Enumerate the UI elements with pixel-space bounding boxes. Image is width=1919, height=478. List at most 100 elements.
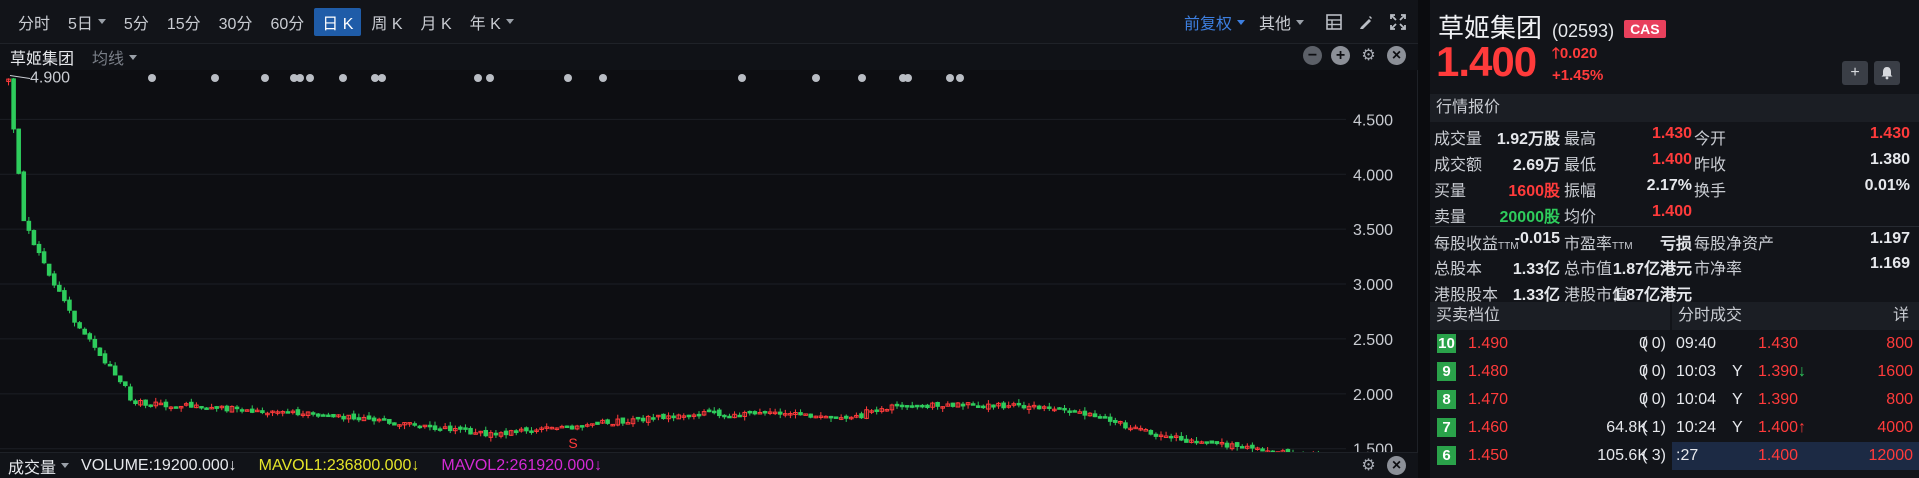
candle-body bbox=[128, 386, 133, 401]
volume-indicator-dropdown[interactable]: 成交量 bbox=[8, 454, 70, 478]
event-marker-dot[interactable] bbox=[148, 74, 156, 82]
candle-body bbox=[737, 414, 742, 418]
zoom-out-icon[interactable]: − bbox=[1303, 46, 1322, 65]
quote-label: 最低 bbox=[1564, 151, 1596, 175]
event-marker-dot[interactable] bbox=[474, 74, 482, 82]
event-marker-dot[interactable] bbox=[738, 74, 746, 82]
candle-body bbox=[483, 429, 489, 437]
candle-body bbox=[564, 425, 570, 429]
layout-icon[interactable] bbox=[1324, 12, 1344, 32]
event-marker-dot[interactable] bbox=[261, 74, 269, 82]
event-marker-dot[interactable] bbox=[371, 74, 379, 82]
ticks-title: 分时成交 bbox=[1678, 307, 1743, 324]
candle-body bbox=[991, 404, 996, 408]
tick-price: 1.400↑ bbox=[1758, 419, 1806, 437]
quote-row: 成交量 1.92万股 最高 1.430 今开 1.430 bbox=[1430, 122, 1919, 148]
candle-body bbox=[107, 363, 113, 367]
period-tab[interactable]: 5日 bbox=[60, 8, 114, 36]
period-tab-label: 分时 bbox=[18, 15, 51, 33]
bell-icon[interactable] bbox=[1874, 61, 1900, 85]
sell-signal-marker: S bbox=[568, 435, 577, 451]
candle-body bbox=[706, 409, 712, 413]
period-tab[interactable]: 60分 bbox=[262, 8, 312, 36]
adjust-dropdown[interactable]: 前复权 bbox=[1184, 10, 1245, 34]
gear-icon[interactable]: ⚙ bbox=[1359, 456, 1378, 475]
candle-body bbox=[899, 404, 905, 408]
event-marker-dot[interactable] bbox=[946, 74, 954, 82]
candle-body bbox=[392, 422, 397, 426]
candle-body bbox=[1123, 422, 1128, 429]
candle-body bbox=[1179, 435, 1184, 441]
candle-body bbox=[661, 413, 666, 420]
event-marker-dot[interactable] bbox=[904, 74, 912, 82]
candle-body bbox=[747, 410, 753, 414]
event-marker-dot[interactable] bbox=[564, 74, 572, 82]
tick-time: 10:03 bbox=[1676, 363, 1717, 380]
draw-pen-icon[interactable] bbox=[1356, 12, 1376, 32]
candle-body bbox=[970, 403, 976, 406]
close-icon[interactable]: × bbox=[1387, 46, 1406, 65]
tick-price-value: 1.400 bbox=[1758, 419, 1799, 436]
candle-body bbox=[1057, 407, 1062, 410]
candle-body bbox=[960, 403, 966, 407]
event-marker-dot[interactable] bbox=[599, 74, 607, 82]
candle-body bbox=[696, 413, 702, 417]
event-marker-dot[interactable] bbox=[956, 74, 964, 82]
period-tab[interactable]: 15分 bbox=[159, 8, 209, 36]
close-icon[interactable]: × bbox=[1387, 456, 1406, 475]
quote-label-text: 成交量 bbox=[1434, 131, 1483, 148]
quote-label: 每股收益TTM bbox=[1434, 230, 1519, 254]
candle-body bbox=[1204, 441, 1209, 444]
period-tab[interactable]: 分时 bbox=[10, 8, 58, 36]
orderbook-price: 1.460 bbox=[1468, 419, 1509, 436]
event-marker-dot[interactable] bbox=[486, 74, 494, 82]
tick-row: :27 1.400 12000 bbox=[1672, 442, 1919, 470]
quote-value: 1.197 bbox=[1869, 230, 1910, 247]
period-tab[interactable]: 5分 bbox=[116, 8, 157, 36]
candle-body bbox=[605, 419, 610, 424]
candle-body bbox=[260, 410, 265, 414]
event-marker-dot[interactable] bbox=[858, 74, 866, 82]
tick-direction: Y bbox=[1732, 391, 1743, 408]
candle-body bbox=[82, 328, 87, 335]
fullscreen-icon[interactable] bbox=[1388, 12, 1408, 32]
event-marker-dot[interactable] bbox=[296, 74, 304, 82]
tick-list: 09:40 1.430 800 10:03 Y 1.390↓ 1600 10:04 Y 1.390… bbox=[1672, 330, 1919, 478]
zoom-in-icon[interactable]: + bbox=[1331, 46, 1350, 65]
event-marker-dot[interactable] bbox=[378, 74, 386, 82]
period-tab[interactable]: 年 K bbox=[462, 8, 522, 36]
orderbook-row[interactable]: 7 1.460 64.8K( 1) bbox=[1430, 414, 1670, 442]
event-marker-dot[interactable] bbox=[211, 74, 219, 82]
ma-dropdown[interactable]: 均线 bbox=[92, 45, 138, 69]
event-marker-dot[interactable] bbox=[306, 74, 314, 82]
event-marker-dot[interactable] bbox=[339, 74, 347, 82]
add-watchlist-button[interactable]: + bbox=[1842, 61, 1868, 85]
orderbook-price: 1.490 bbox=[1468, 335, 1509, 352]
period-tab-label: 5分 bbox=[123, 15, 149, 33]
event-marker-dot[interactable] bbox=[812, 74, 820, 82]
orderbook-row[interactable]: 6 1.450 105.6K( 3) bbox=[1430, 442, 1670, 470]
stock-code: (02593) bbox=[1552, 21, 1615, 41]
candle-body bbox=[97, 347, 103, 356]
candle-body bbox=[427, 424, 433, 428]
quote-value: 1.92万股 bbox=[1496, 131, 1560, 148]
orderbook-row[interactable]: 10 1.490 0( 0) bbox=[1430, 330, 1670, 358]
period-tab[interactable]: 月 K bbox=[413, 8, 460, 36]
change-percent: +1.45% bbox=[1552, 67, 1604, 84]
other-dropdown[interactable]: 其他 bbox=[1259, 10, 1304, 34]
quote-value: 1.33亿 bbox=[1512, 261, 1560, 278]
orderbook-row[interactable]: 8 1.470 0( 0) bbox=[1430, 386, 1670, 414]
ticks-detail-link[interactable]: 详 bbox=[1893, 302, 1909, 330]
tick-volume: 800 bbox=[1886, 335, 1913, 352]
kline-chart[interactable]: 4.500 4.000 3.500 3.000 2.500 2.000 1.500 4.900… bbox=[0, 70, 1418, 452]
orderbook-row[interactable]: 9 1.480 0( 0) bbox=[1430, 358, 1670, 386]
candle-body bbox=[1067, 410, 1072, 413]
candle-body bbox=[1250, 444, 1255, 449]
period-tab[interactable]: 周 K bbox=[363, 8, 410, 36]
period-tab[interactable]: 30分 bbox=[211, 8, 261, 36]
period-tab[interactable]: 日 K bbox=[314, 7, 362, 36]
candle-body bbox=[935, 402, 940, 407]
tick-row: 09:40 1.430 800 bbox=[1672, 330, 1919, 358]
tick-price-value: 1.390 bbox=[1758, 363, 1799, 380]
gear-icon[interactable]: ⚙ bbox=[1359, 46, 1378, 65]
